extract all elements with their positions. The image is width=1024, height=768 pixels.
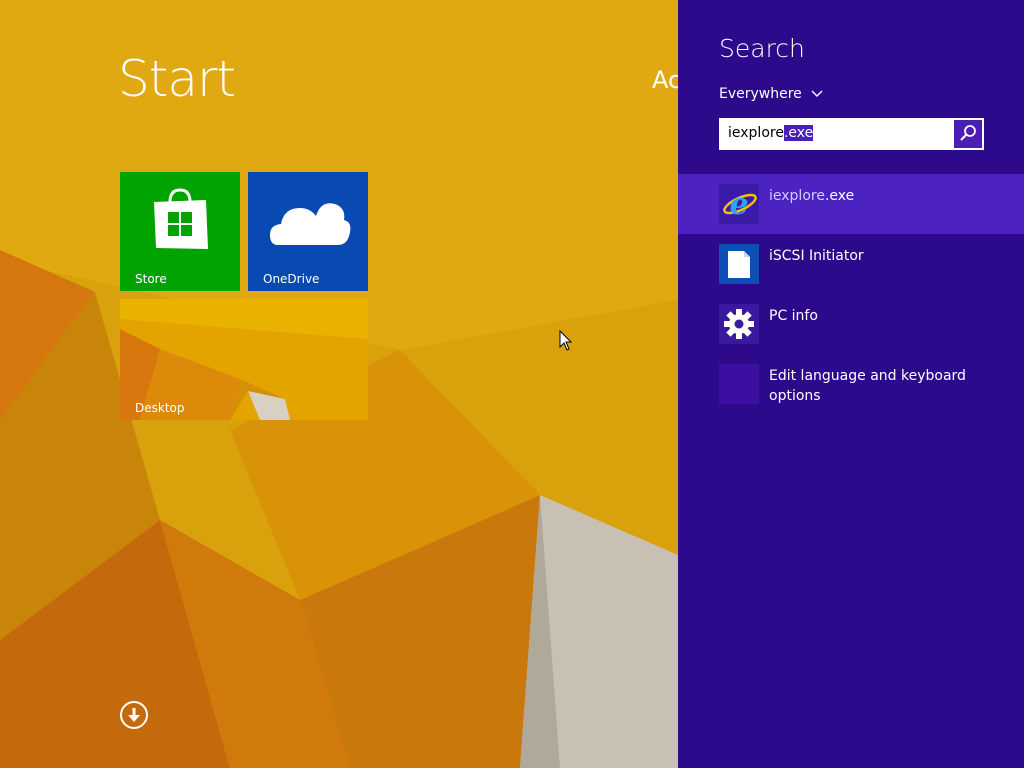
tile-desktop-label: Desktop	[135, 401, 185, 415]
down-arrow-circle-icon	[128, 708, 140, 722]
mouse-cursor-icon	[559, 330, 573, 351]
start-title: Start	[118, 50, 236, 108]
search-charm-pane: Search Everywhere iexplore.exe e iexplor…	[678, 0, 1024, 768]
tile-store[interactable]: Store	[120, 172, 240, 291]
search-heading: Search	[719, 34, 805, 63]
result-name: iSCSI Initiator	[769, 248, 864, 264]
account-name-peek[interactable]: Ac	[652, 66, 678, 94]
search-result-iscsi-initiator[interactable]: iSCSI Initiator	[678, 234, 1024, 294]
result-name-match: iexplore	[769, 188, 825, 204]
chevron-down-icon	[811, 90, 823, 97]
gear-icon	[719, 304, 759, 344]
tile-store-label: Store	[135, 272, 167, 286]
search-result-iexplore[interactable]: e iexplore.exe	[678, 174, 1024, 234]
search-result-pc-info[interactable]: PC info	[678, 294, 1024, 354]
tile-onedrive[interactable]: OneDrive	[248, 172, 368, 291]
start-screen: Start Ac Store OneDrive Desktop	[0, 0, 678, 768]
search-result-edit-language[interactable]: Edit language and keyboard options	[678, 354, 1024, 414]
document-icon	[719, 244, 759, 284]
magnifier-icon	[960, 125, 976, 141]
search-query-text: iexplore.exe	[728, 125, 814, 141]
search-go-button[interactable]	[954, 120, 982, 148]
internet-explorer-icon: e	[719, 184, 759, 224]
result-name: iexplore.exe	[769, 186, 999, 206]
search-query-prefix: iexplore	[728, 125, 784, 141]
result-name: Edit language and keyboard options	[769, 368, 966, 404]
all-apps-button[interactable]	[120, 701, 148, 729]
search-query-selection: .exe	[783, 125, 814, 141]
result-name-rest: .exe	[824, 188, 855, 204]
search-scope-dropdown[interactable]: Everywhere	[719, 86, 824, 102]
tile-onedrive-label: OneDrive	[263, 272, 320, 286]
result-name: PC info	[769, 308, 818, 324]
search-scope-value: Everywhere	[719, 86, 802, 102]
tile-desktop[interactable]: Desktop	[120, 299, 368, 420]
blank-settings-icon	[719, 364, 759, 404]
svg-text:e: e	[729, 187, 748, 222]
search-input[interactable]: iexplore.exe	[719, 118, 984, 150]
